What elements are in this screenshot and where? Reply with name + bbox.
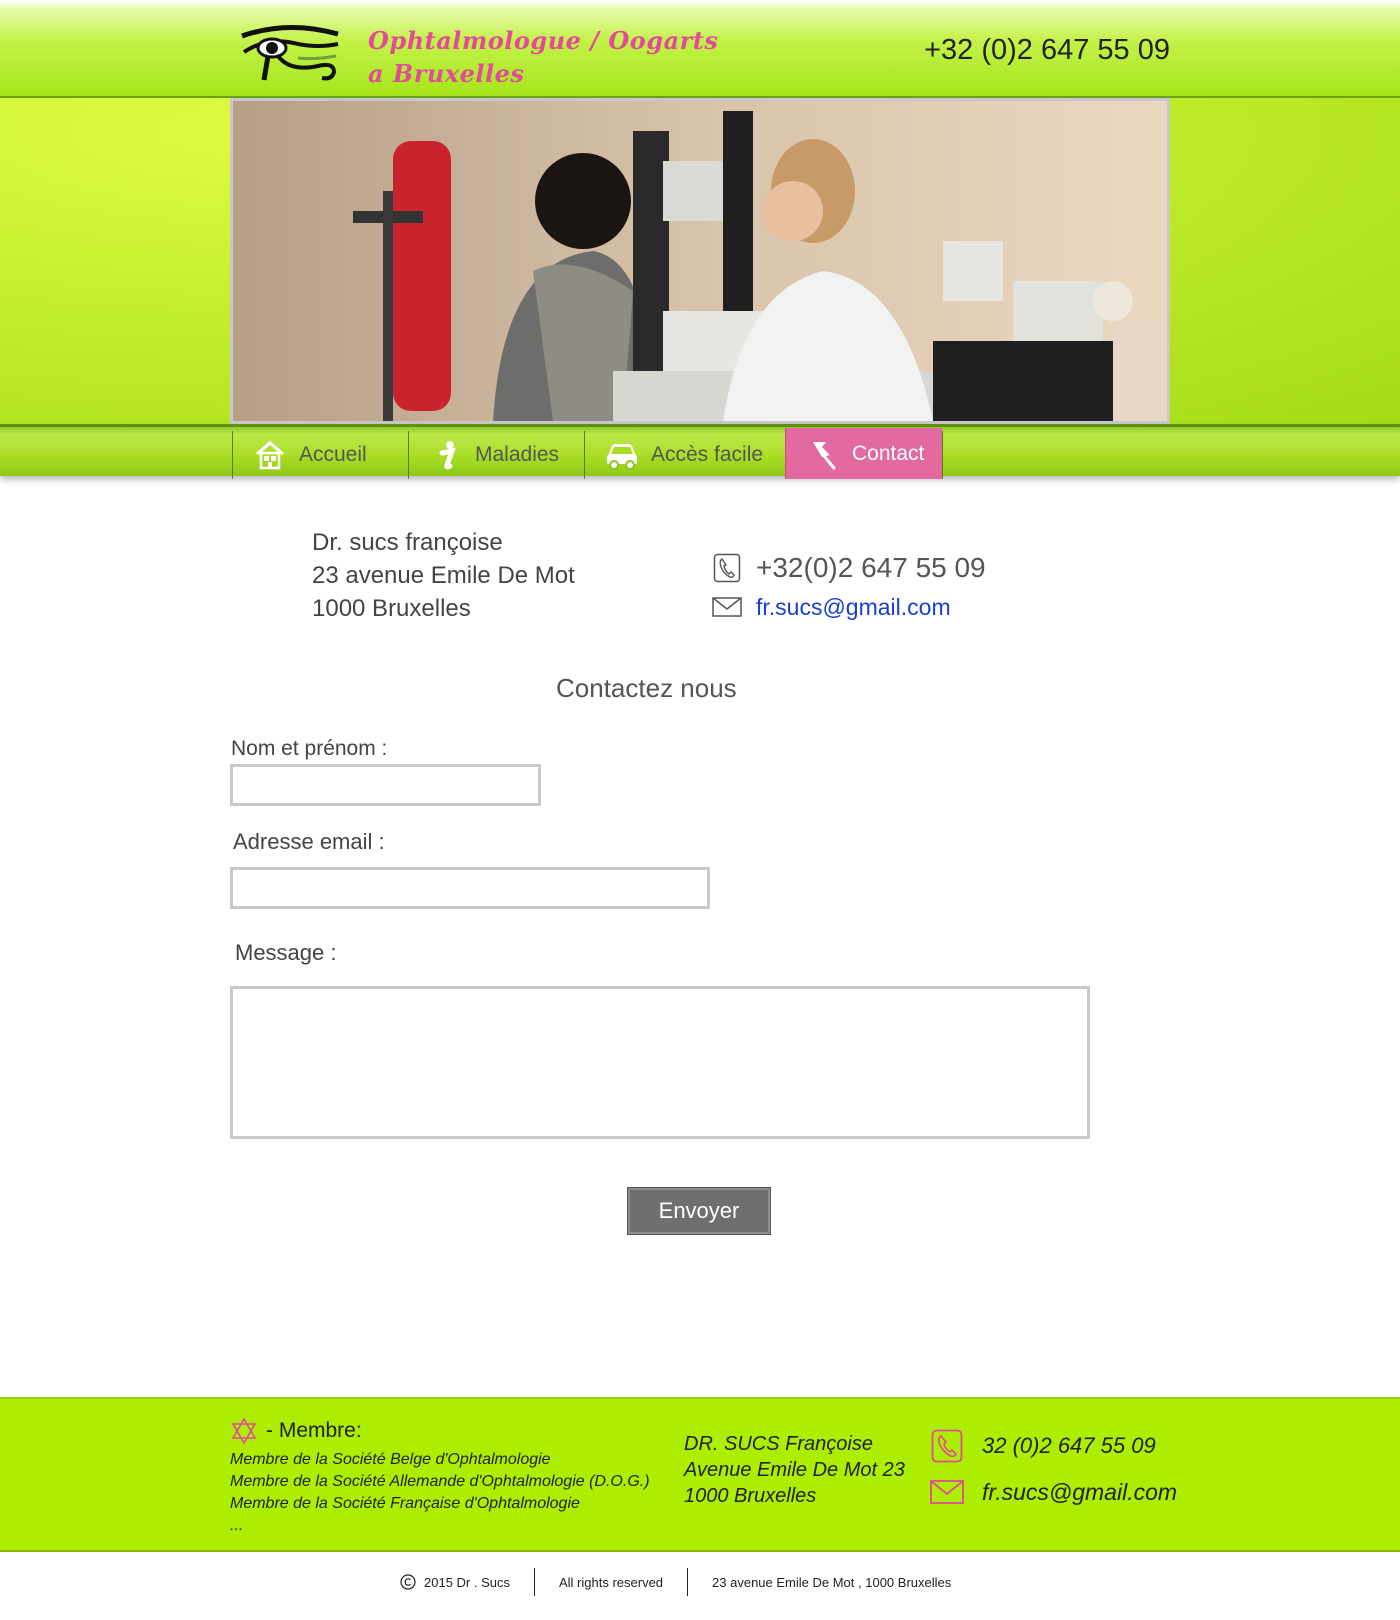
site-title[interactable]: Ophtalmologue / Oogarts a Bruxelles: [368, 24, 748, 90]
nav-item-contact[interactable]: Contact: [785, 428, 942, 479]
email-input[interactable]: [230, 867, 710, 909]
form-title: Contactez nous: [556, 673, 737, 703]
address-street: 23 avenue Emile De Mot: [312, 562, 575, 589]
nav-label: Contact: [852, 441, 925, 465]
email-label: Adresse email :: [233, 829, 385, 854]
address-block: Dr. sucs françoise 23 avenue Emile De Mo…: [312, 526, 575, 625]
envelope-icon: [712, 592, 742, 622]
nav-item-maladies[interactable]: Maladies: [408, 431, 584, 479]
bottom-bar-content: 2015 Dr . Sucs All rights reserved 23 av…: [400, 1568, 951, 1596]
footer-email[interactable]: fr.sucs@gmail.com: [930, 1475, 1177, 1509]
footer-address-street: Avenue Emile De Mot 23: [684, 1459, 905, 1481]
copyright-text: 2015 Dr . Sucs: [424, 1574, 510, 1590]
eye-of-horus-logo[interactable]: [238, 22, 342, 84]
rights-text: All rights reserved: [559, 1574, 664, 1590]
footer-address-name: DR. SUCS Françoise: [684, 1433, 873, 1455]
phone-icon: [712, 553, 742, 583]
contact-email-link[interactable]: fr.sucs@gmail.com: [756, 594, 951, 621]
site-title-line1: Ophtalmologue / Oogarts: [368, 26, 719, 55]
nav-label: Accès facile: [651, 443, 764, 466]
member-heading-text: - Membre:: [266, 1419, 362, 1442]
divider: [687, 1568, 689, 1596]
footer-phone: 32 (0)2 647 55 09: [930, 1429, 1156, 1463]
nav-item-accueil[interactable]: Accueil: [232, 431, 408, 479]
site-footer: - Membre: Membre de la Société Belge d'O…: [0, 1397, 1400, 1552]
nav-item-acces-facile[interactable]: Accès facile: [584, 431, 785, 479]
footer-email-link[interactable]: fr.sucs@gmail.com: [982, 1479, 1177, 1506]
nav-divider: [942, 431, 943, 479]
nav-label: Maladies: [475, 443, 560, 466]
message-textarea[interactable]: [230, 986, 1090, 1139]
message-label: Message :: [235, 940, 337, 965]
header-phone: +32 (0)2 647 55 09: [924, 34, 1170, 66]
star-of-david-icon: [230, 1417, 258, 1445]
footer-address: DR. SUCS Françoise Avenue Emile De Mot 2…: [684, 1431, 905, 1509]
name-input[interactable]: [230, 764, 541, 806]
hero-photo: [230, 98, 1170, 424]
info-icon: [429, 438, 463, 472]
site-header: Ophtalmologue / Oogarts a Bruxelles +32 …: [0, 0, 1400, 98]
copyright-icon: [400, 1574, 416, 1590]
member-item: Membre de la Société Belge d'Ophtalmolog…: [230, 1451, 551, 1468]
bottom-bar: 2015 Dr . Sucs All rights reserved 23 av…: [0, 1554, 1400, 1620]
nav-label: Accueil: [299, 443, 367, 466]
contact-phone-text: +32(0)2 647 55 09: [756, 552, 986, 583]
pin-icon: [806, 437, 840, 471]
contact-phone: +32(0)2 647 55 09: [712, 552, 986, 584]
hero-band: [0, 98, 1400, 424]
main-nav: Accueil Maladies Accès facile Contact: [0, 424, 1400, 479]
footer-phone-text: 32 (0)2 647 55 09: [982, 1433, 1156, 1458]
home-icon: [253, 438, 287, 472]
member-list: Membre de la Société Belge d'Ophtalmolog…: [230, 1449, 650, 1537]
member-heading: - Membre:: [230, 1417, 362, 1445]
address-city: 1000 Bruxelles: [312, 595, 471, 622]
car-icon: [605, 438, 639, 472]
divider: [534, 1568, 535, 1596]
submit-button[interactable]: Envoyer: [627, 1187, 771, 1235]
name-label: Nom et prénom :: [231, 737, 388, 760]
doctor-name: Dr. sucs françoise: [312, 529, 503, 556]
envelope-icon: [930, 1475, 964, 1509]
member-item: ...: [230, 1517, 244, 1534]
contact-email[interactable]: fr.sucs@gmail.com: [712, 592, 951, 622]
bottom-address: 23 avenue Emile De Mot , 1000 Bruxelles: [712, 1574, 952, 1590]
member-item: Membre de la Société Allemande d'Ophtalm…: [230, 1473, 650, 1490]
member-item: Membre de la Société Française d'Ophtalm…: [230, 1495, 580, 1512]
site-title-line2: a Bruxelles: [368, 59, 525, 88]
footer-address-city: 1000 Bruxelles: [684, 1485, 817, 1507]
phone-icon: [930, 1429, 964, 1463]
